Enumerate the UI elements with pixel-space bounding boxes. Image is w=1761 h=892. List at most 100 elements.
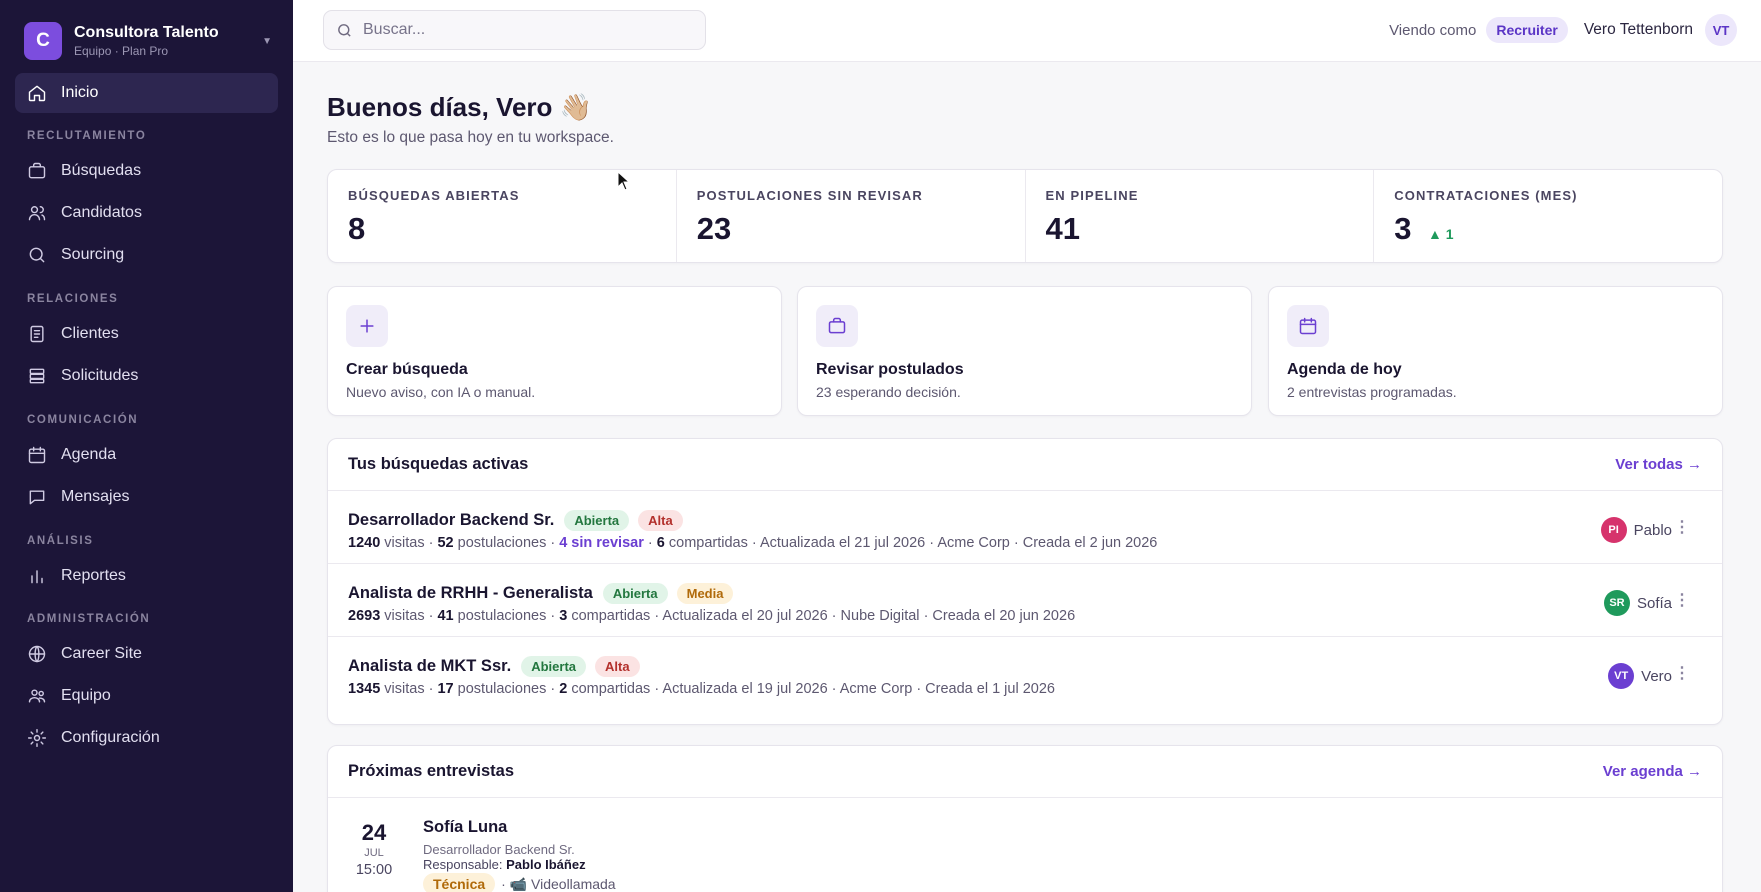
sidebar-item-requests[interactable]: Solicitudes [15,356,278,396]
section-title: Próximas entrevistas [348,762,515,780]
visits-count: 1240 [348,535,381,551]
priority-badge: Media [676,583,734,604]
section-header: Próximas entrevistas Ver agenda → [328,746,1722,798]
stat-label: POSTULACIONES SIN REVISAR [696,188,923,203]
job-title-line: Desarrollador Backend Sr. Abierta Alta [348,510,692,531]
unreviewed-link[interactable]: 4 sin revisar [559,535,644,551]
more-options-icon[interactable]: ⋮ [1674,663,1690,683]
role-switcher[interactable]: Recruiter [1486,17,1568,43]
page-subtitle: Esto es lo que pasa hoy en tu workspace. [327,129,614,146]
section-label-admin: ADMINISTRACIÓN [27,613,151,625]
visits-count: 1345 [348,681,381,697]
calendar-icon [1287,305,1329,347]
sidebar-item-candidates[interactable]: Candidatos [15,193,278,233]
job-title[interactable]: Analista de MKT Ssr. [348,657,511,676]
visits-label: visitas · [384,608,434,624]
stat-label: EN PIPELINE [1045,188,1139,203]
separator: · [647,535,653,551]
user-area: Viendo como Recruiter Vero Tettenborn VT [1389,14,1737,46]
stat-delta: ▲ 1 [1427,226,1454,242]
shared-count: 2 [559,681,568,697]
workspace-switcher[interactable]: C Consultora Talento Equipo · Plan Pro ▼ [24,22,272,60]
table-row[interactable]: Analista de RRHH - Generalista Abierta M… [328,564,1722,637]
user-name[interactable]: Vero Tettenborn [1584,21,1693,39]
status-badge: Abierta [564,510,630,531]
action-review-applicants[interactable]: Revisar postulados 23 esperando decisión… [797,286,1252,416]
sidebar-item-agenda[interactable]: Agenda [15,435,278,475]
interview-day: 24 [361,820,387,845]
avatar[interactable]: VT [1705,14,1737,46]
table-row[interactable]: Desarrollador Backend Sr. Abierta Alta 1… [328,491,1722,564]
list-item[interactable]: 24 JUL 15:00 Sofía Luna Desarrollador Ba… [328,798,1722,892]
stat-hires-month[interactable]: CONTRATACIONES (MES) 3 ▲ 1 [1374,170,1722,262]
action-description: Nuevo aviso, con IA o manual. [346,384,536,400]
applications-count: 17 [437,681,454,697]
status-badge: Abierta [602,583,668,604]
sidebar-item-career-site[interactable]: Career Site [15,634,278,674]
table-row[interactable]: Analista de MKT Ssr. Abierta Alta 1345 v… [328,637,1722,710]
sidebar-item-clients[interactable]: Clientes [15,314,278,354]
more-options-icon[interactable]: ⋮ [1674,590,1690,610]
briefcase-icon [816,305,858,347]
stat-unreviewed-applications[interactable]: POSTULACIONES SIN REVISAR 23 [677,170,1026,262]
workspace-name: Consultora Talento [74,24,219,41]
action-today-agenda[interactable]: Agenda de hoy 2 entrevistas programadas. [1268,286,1723,416]
stat-label: CONTRATACIONES (MES) [1394,188,1578,203]
action-title: Crear búsqueda [346,361,468,378]
avatar: VT [1608,663,1635,689]
responsible-label: Responsable: [423,857,503,872]
search-icon [338,23,351,37]
stat-value: 41 [1045,211,1080,246]
sidebar-item-team[interactable]: Equipo [15,676,278,716]
created-date: · Creada el 2 jun 2026 [1013,535,1158,551]
sidebar-item-searches[interactable]: Búsquedas [15,151,278,191]
created-date: · Creada el 1 jul 2026 [916,681,1055,697]
owner-name: Sofía [1636,594,1672,612]
stat-value: 3 [1394,211,1412,246]
avatar: PI [1600,517,1627,543]
users-icon [28,206,46,221]
workspace-plan: Equipo · Plan Pro [74,44,169,58]
avatar: SR [1603,590,1630,616]
see-agenda-link[interactable]: Ver agenda → [1603,763,1702,780]
calendar-icon [28,446,46,464]
see-all-link[interactable]: Ver todas → [1615,456,1702,473]
applications-label: postulaciones · [457,681,556,697]
sidebar-item-messages[interactable]: Mensajes [15,477,278,517]
applications-label: postulaciones · [457,608,556,624]
section-title: Tus búsquedas activas [348,455,529,473]
job-title-line: Analista de MKT Ssr. Abierta Alta [348,656,649,677]
action-create-search[interactable]: Crear búsqueda Nuevo aviso, con IA o man… [327,286,782,416]
candidate-name[interactable]: Sofía Luna [423,818,507,837]
stat-in-pipeline[interactable]: EN PIPELINE 41 [1026,170,1375,262]
interview-type-badge: Técnica [423,873,496,892]
visits-count: 2693 [348,608,381,624]
sidebar-item-sourcing[interactable]: Sourcing [15,235,278,275]
owner: VT Vero [1608,663,1672,689]
action-title: Revisar postulados [816,361,964,378]
document-icon [30,325,44,343]
sidebar-item-reports[interactable]: Reportes [15,556,278,596]
stat-value: 8 [348,211,366,246]
sidebar-item-home[interactable]: Inicio [15,73,278,113]
visits-label: visitas · [384,681,434,697]
job-title[interactable]: Analista de RRHH - Generalista [348,584,593,603]
more-options-icon[interactable]: ⋮ [1674,517,1690,537]
chat-icon [29,490,45,505]
briefcase-icon [28,162,46,179]
job-title[interactable]: Desarrollador Backend Sr. [348,511,554,530]
plus-icon [346,305,388,347]
visits-label: visitas · [384,535,434,551]
applications-count: 41 [437,608,454,624]
interview-tags: Técnica · 📹 Videollamada [423,873,616,892]
upcoming-interviews-card: Próximas entrevistas Ver agenda → 24 JUL… [327,745,1723,892]
sidebar-item-settings[interactable]: Configuración [15,718,278,758]
search-box[interactable] [323,10,706,50]
interview-mode: · 📹 Videollamada [501,875,616,892]
action-title: Agenda de hoy [1287,361,1402,378]
status-badge: Abierta [521,656,587,677]
search-icon [29,247,45,263]
search-input[interactable] [363,21,693,39]
sidebar-item-label: Clientes [61,325,119,342]
sidebar-item-label: Agenda [61,446,117,463]
